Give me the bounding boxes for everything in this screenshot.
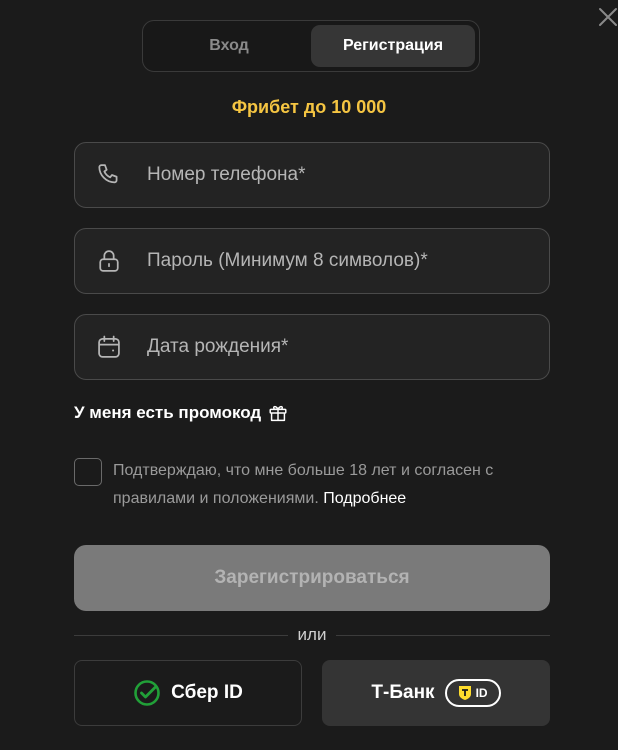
details-link[interactable]: Подробнее [323,490,406,507]
tab-register[interactable]: Регистрация [311,25,475,67]
phone-field [74,142,550,208]
tab-login[interactable]: Вход [147,25,311,67]
auth-tabs: Вход Регистрация [142,20,480,72]
password-field [74,228,550,294]
phone-icon [95,161,123,189]
or-divider: или [74,625,551,645]
registration-modal: Вход Регистрация Фрибет до 10 000 Номер … [0,0,618,750]
close-icon [599,8,617,26]
tbank-shield-icon [458,685,472,701]
birthdate-input[interactable] [147,336,549,358]
password-input[interactable] [147,250,549,272]
tbank-id-button[interactable]: Т-Банк ID [322,660,550,726]
agreement-label: Подтверждаю, что мне больше 18 лет и сог… [113,462,494,507]
tbank-id-badge: ID [444,679,501,707]
sber-logo-icon [133,679,161,707]
sber-id-label: Сбер ID [171,682,243,703]
freebet-title: Фрибет до 10 000 [231,97,387,117]
divider-line [74,634,288,636]
calendar-icon [95,333,123,361]
agree-checkbox[interactable] [74,458,102,486]
sber-id-button[interactable]: Сбер ID [74,660,302,726]
promo-code-label: У меня есть промокод [74,403,262,422]
or-label: или [297,625,327,644]
divider-line [336,634,551,636]
gift-icon [267,402,289,424]
lock-icon [95,247,123,275]
age-agreement: Подтверждаю, что мне больше 18 лет и сог… [74,458,550,513]
agreement-text: Подтверждаю, что мне больше 18 лет и сог… [113,457,550,513]
close-button[interactable] [597,6,618,28]
phone-input[interactable] [147,164,549,186]
birthdate-field [74,314,550,380]
tbank-label: Т-Банк [371,682,435,703]
register-button[interactable]: Зарегистрироваться [74,545,550,611]
promo-code-toggle[interactable]: У меня есть промокод [74,402,289,424]
tbank-id-text: ID [475,686,488,700]
